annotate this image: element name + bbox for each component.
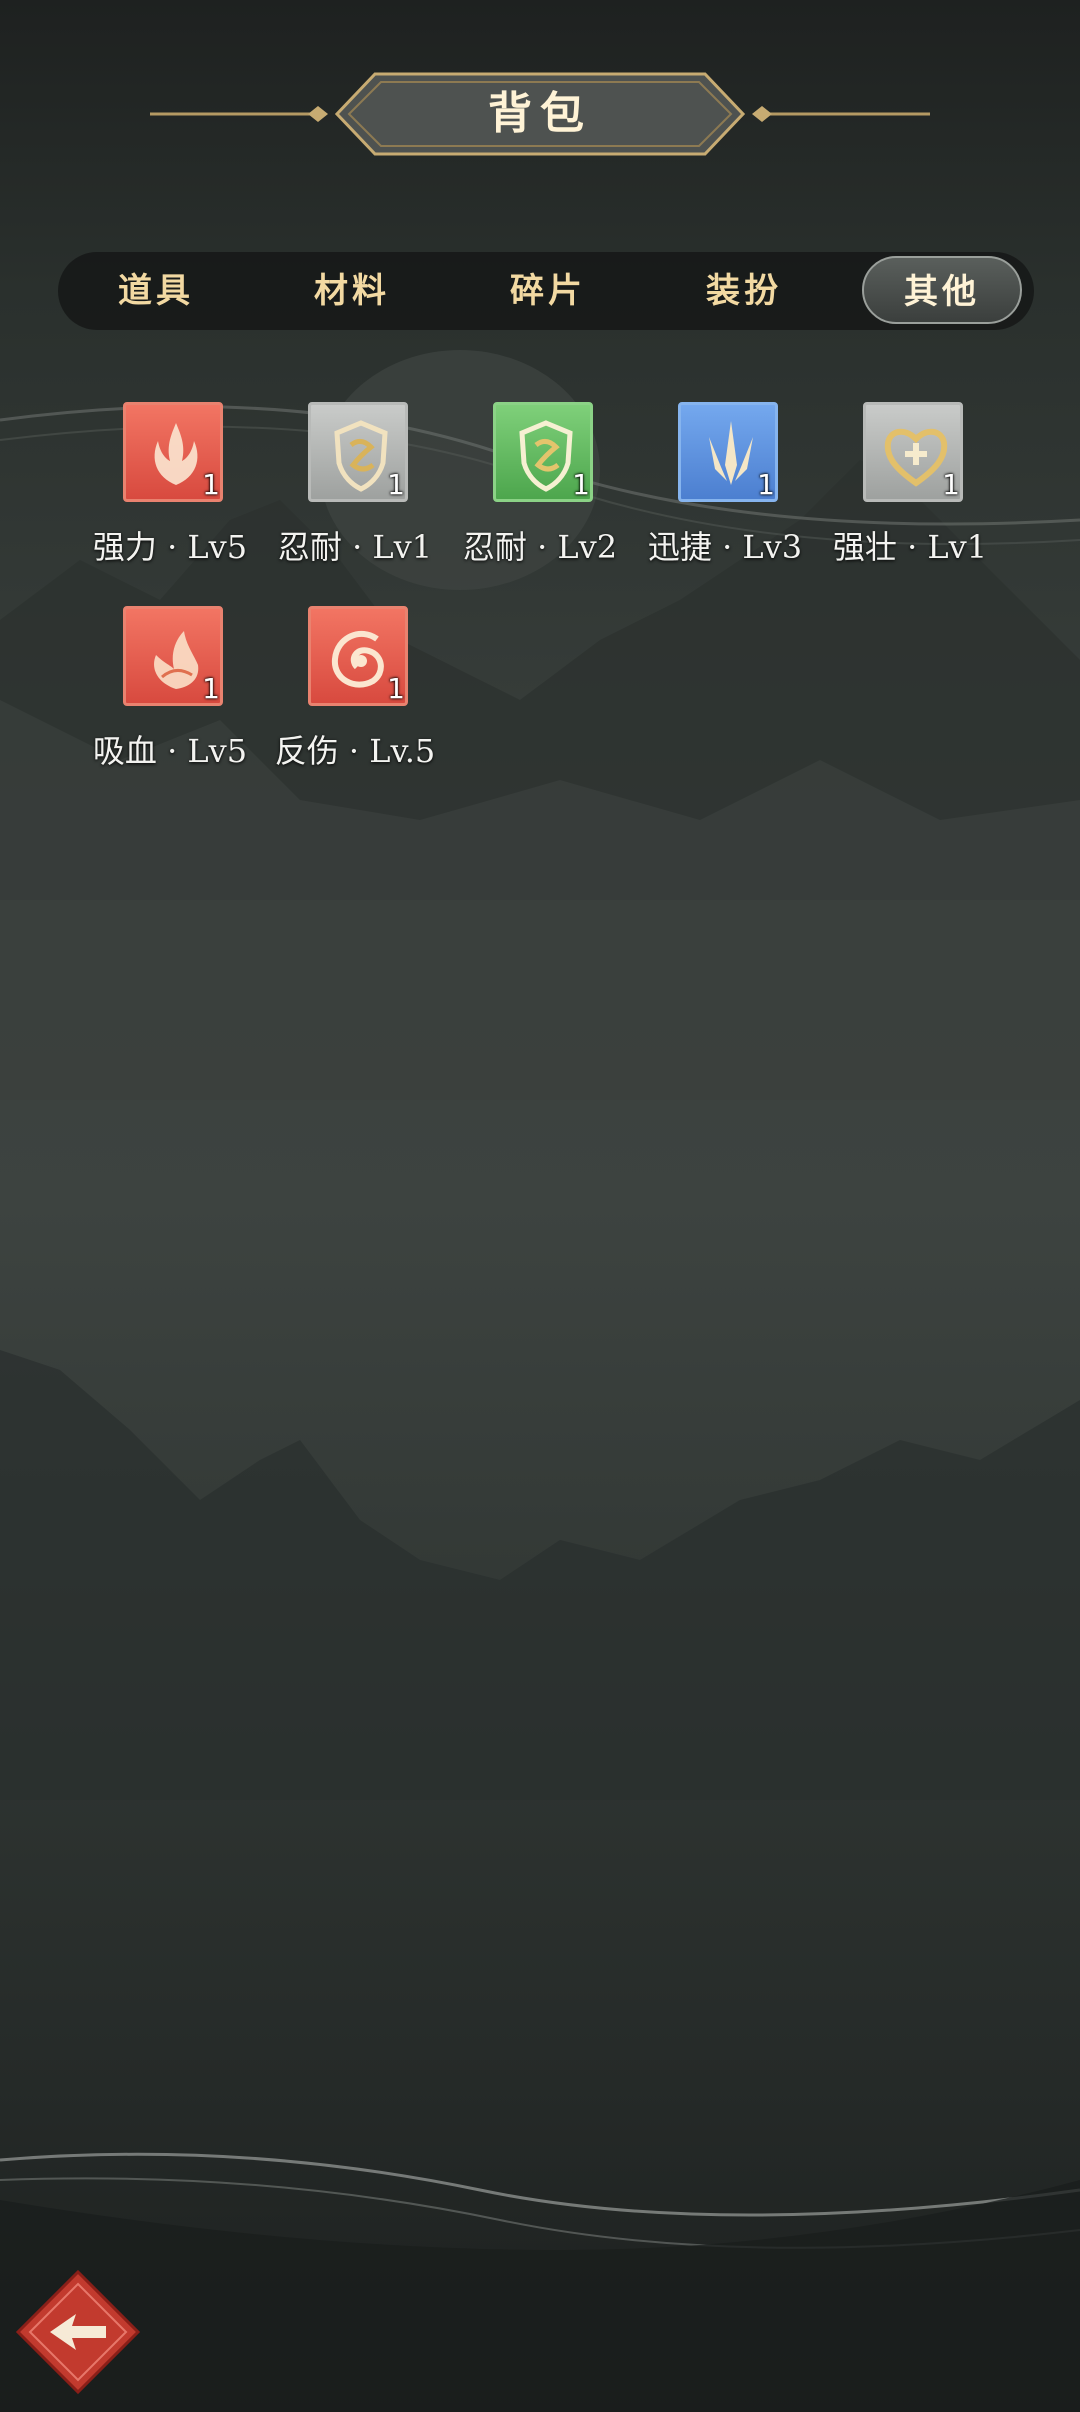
item-icon-frame: 1	[308, 606, 408, 706]
page-title: 背包	[488, 88, 592, 139]
item-slot-vigor[interactable]: 1 强壮 · Lv1	[820, 402, 1000, 572]
item-quantity: 1	[942, 468, 960, 501]
item-slot-lifesteal[interactable]: 1 吸血 · Lv5	[80, 606, 260, 776]
category-tab-bar: 道具 材料 碎片 装扮 其他	[58, 252, 1034, 330]
item-icon-frame: 1	[308, 402, 408, 502]
item-name: 反伤 · Lv.5	[274, 732, 436, 770]
item-name: 强壮 · Lv1	[832, 528, 988, 566]
item-icon-frame: 1	[863, 402, 963, 502]
item-slot-endurance-lv2[interactable]: 1 忍耐 · Lv2	[450, 402, 630, 572]
item-quantity: 1	[387, 468, 405, 501]
item-slot-agility[interactable]: 1 迅捷 · Lv3	[635, 402, 815, 572]
item-name: 强力 · Lv5	[92, 528, 248, 566]
item-icon-frame: 1	[493, 402, 593, 502]
back-button[interactable]	[14, 2268, 142, 2396]
item-name: 吸血 · Lv5	[92, 732, 248, 770]
item-icon-frame: 1	[123, 402, 223, 502]
item-quantity: 1	[202, 468, 220, 501]
tab-costumes[interactable]: 装扮	[654, 252, 834, 330]
item-quantity: 1	[387, 672, 405, 705]
tab-others[interactable]: 其他	[862, 256, 1022, 324]
item-name: 忍耐 · Lv1	[277, 528, 433, 566]
item-name: 迅捷 · Lv3	[647, 528, 803, 566]
item-slot-strength[interactable]: 1 强力 · Lv5	[80, 402, 260, 572]
item-icon-frame: 1	[123, 606, 223, 706]
item-slot-endurance-lv1[interactable]: 1 忍耐 · Lv1	[265, 402, 445, 572]
tab-materials[interactable]: 材料	[262, 252, 442, 330]
item-quantity: 1	[572, 468, 590, 501]
back-arrow-icon	[15, 2269, 141, 2395]
item-name: 忍耐 · Lv2	[462, 528, 618, 566]
tab-fragments[interactable]: 碎片	[458, 252, 638, 330]
tab-props[interactable]: 道具	[66, 252, 246, 330]
title-banner: 背包	[0, 66, 1080, 162]
item-quantity: 1	[202, 672, 220, 705]
item-quantity: 1	[757, 468, 775, 501]
item-icon-frame: 1	[678, 402, 778, 502]
ink-mountain-background	[0, 350, 1080, 2412]
item-slot-thorns[interactable]: 1 反伤 · Lv.5	[265, 606, 445, 776]
